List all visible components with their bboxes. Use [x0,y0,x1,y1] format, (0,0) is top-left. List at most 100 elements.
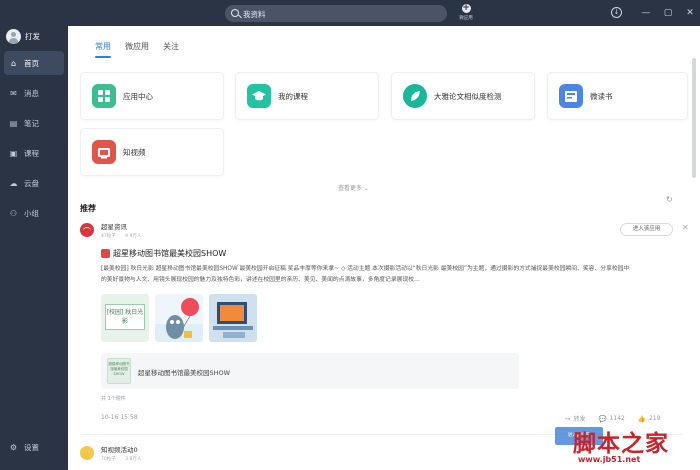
attachment-thumbnail: 超星移动图书馆最美校园SHOW [107,358,131,384]
maximize-icon[interactable]: ▢ [661,6,675,20]
publisher-name: 知视频活动0 [101,446,138,454]
sidebar-item-label: 云盘 [24,178,39,188]
post-title-row[interactable]: 超星移动图书馆最美校园SHOW [101,248,226,259]
top-bar: 我资料 + 微应用 ↓ — ▢ ✕ [0,0,700,26]
tab-following[interactable]: 关注 [163,41,179,58]
like-count: 219 [648,415,661,422]
minimize-icon[interactable]: — [639,6,653,20]
attachment-count: 共 1个附件 [101,396,126,402]
add-micro-app-label: 微应用 [459,16,473,21]
sidebar-item-cloud[interactable]: ☁ 云盘 [4,171,64,195]
dismiss-icon[interactable]: ✕ [682,223,689,232]
publisher-fan-count: 9.9万人 [125,234,142,239]
refresh-icon[interactable]: ↻ [666,195,673,204]
app-card-my-courses[interactable]: 我的课程 [235,72,379,120]
main-content: 常用 微应用 关注 应用中心 我的课程 大雅论文相似度检测 微读书 知视频 查看… [68,26,700,470]
publisher-avatar [80,446,94,460]
share-label: 转发 [573,416,586,423]
app-card-zhi-video[interactable]: 知视频 [80,128,224,176]
sidebar-item-settings[interactable]: ⚙ 设置 [4,437,39,457]
post-time: 10-16 15:58 [101,414,138,421]
watermark-url: www.jb51.net [578,455,641,464]
group-icon: ⚇ [9,208,18,218]
publisher-avatar [80,223,94,237]
section-title: 推荐 [80,204,96,213]
publisher-post-count: 47帖子 [101,234,116,239]
illustration-screen-icon [209,294,257,342]
share-icon: ↪ [565,414,571,423]
like-button[interactable]: 👍 219 [638,414,661,423]
thumbs-up-icon: 👍 [637,414,646,423]
settings-label: 设置 [24,442,39,452]
leaf-icon [403,84,427,108]
publisher-fan-count: 3.8万人 [125,457,142,462]
scrollbar[interactable] [692,58,696,178]
sidebar-item-label: 小组 [24,208,39,218]
app-card-label: 知视频 [123,147,146,157]
app-card-label: 我的课程 [278,91,308,101]
app-card-label: 大雅论文相似度检测 [434,91,502,101]
post-header[interactable]: 超星资讯 47帖子 9.9万人 [80,221,149,239]
comment-count: 1142 [609,415,625,422]
post-image-2[interactable] [155,294,203,342]
add-micro-app-button[interactable]: + 微应用 [455,4,477,24]
post-body: [最美校园] 秋日光影 超星移动图书馆最美校园SHOW 最美校园开启征稿 奖品丰… [101,266,630,283]
sidebar-item-label: 课程 [24,148,39,158]
book-icon [559,84,583,108]
note-icon: ▤ [9,118,18,128]
sidebar-item-messages[interactable]: ✉ 消息 [4,81,64,105]
tv-icon [92,140,116,164]
tab-micro-apps[interactable]: 微应用 [125,41,149,58]
post-image-1[interactable]: [校园] 秋日光影 [101,294,149,342]
search-input[interactable]: 我资料 [243,9,266,20]
user-name: 打发 [25,31,40,41]
app-card-label: 微读书 [590,91,613,101]
watermark: 进入微应用 脚本之家 www.jb51.net [553,424,698,468]
home-icon: ⌂ [10,58,17,68]
illustration-balloon-icon [155,298,203,342]
graduation-cap-icon [247,84,271,108]
sidebar-item-label: 首页 [24,58,39,68]
sidebar-item-groups[interactable]: ⚇ 小组 [4,201,64,225]
sidebar-item-label: 笔记 [24,118,39,128]
sidebar-item-courses[interactable]: ▣ 课程 [4,141,64,165]
attachment-name: 超星移动图书馆最美校园SHOW [138,369,231,377]
post-image-3[interactable] [209,294,257,342]
user-profile[interactable]: 打发 [6,28,40,44]
app-card-label: 应用中心 [123,91,153,101]
download-icon[interactable]: ↓ [611,7,622,18]
post-tag-icon [101,249,110,258]
sidebar-item-label: 消息 [24,88,39,98]
comment-icon: 💬 [598,414,607,423]
search-bar[interactable]: 我资料 [225,5,447,22]
attachment-card[interactable]: 超星移动图书馆最美校园SHOW 超星移动图书馆最美校园SHOW [101,353,519,389]
app-card-paper-check[interactable]: 大雅论文相似度检测 [391,72,535,120]
app-card-micro-reading[interactable]: 微读书 [547,72,688,120]
publisher-name: 超星资讯 [101,223,127,231]
enter-app-button[interactable]: 进入该应用 [620,223,673,236]
app-card-app-center[interactable]: 应用中心 [80,72,224,120]
comment-button[interactable]: 💬 1142 [598,414,624,423]
watermark-title: 脚本之家 [573,430,669,457]
post-title: 超星移动图书馆最美校园SHOW [113,249,227,258]
grid-icon [92,84,116,108]
tab-bar: 常用 微应用 关注 [95,41,193,58]
share-button[interactable]: ↪ 转发 [565,414,586,424]
cloud-icon: ☁ [9,178,18,188]
sidebar-nav: ⌂ 首页 ✉ 消息 ▤ 笔记 ▣ 课程 ☁ 云盘 ⚇ 小组 [0,51,68,231]
post-actions: ↪ 转发 💬 1142 👍 219 [552,414,661,424]
avatar [6,28,21,44]
sidebar: 打发 ⌂ 首页 ✉ 消息 ▤ 笔记 ▣ 课程 ☁ 云盘 ⚇ 小组 ⚙ 设置 [0,26,68,470]
close-icon[interactable]: ✕ [683,6,697,20]
gear-icon: ⚙ [9,442,18,452]
message-icon: ✉ [10,88,17,98]
sidebar-item-notes[interactable]: ▤ 笔记 [4,111,64,135]
next-post-header[interactable]: 知视频活动0 70帖子 3.8万人 [80,444,149,462]
tab-common[interactable]: 常用 [95,41,111,58]
plus-icon: + [461,3,471,13]
view-more-link[interactable]: 查看更多 ⌄ [338,183,369,192]
publisher-post-count: 70帖子 [101,457,116,462]
view-more-label: 查看更多 [338,185,363,192]
sidebar-item-home[interactable]: ⌂ 首页 [4,51,64,75]
post-image-caption: [校园] 秋日光影 [105,304,145,330]
